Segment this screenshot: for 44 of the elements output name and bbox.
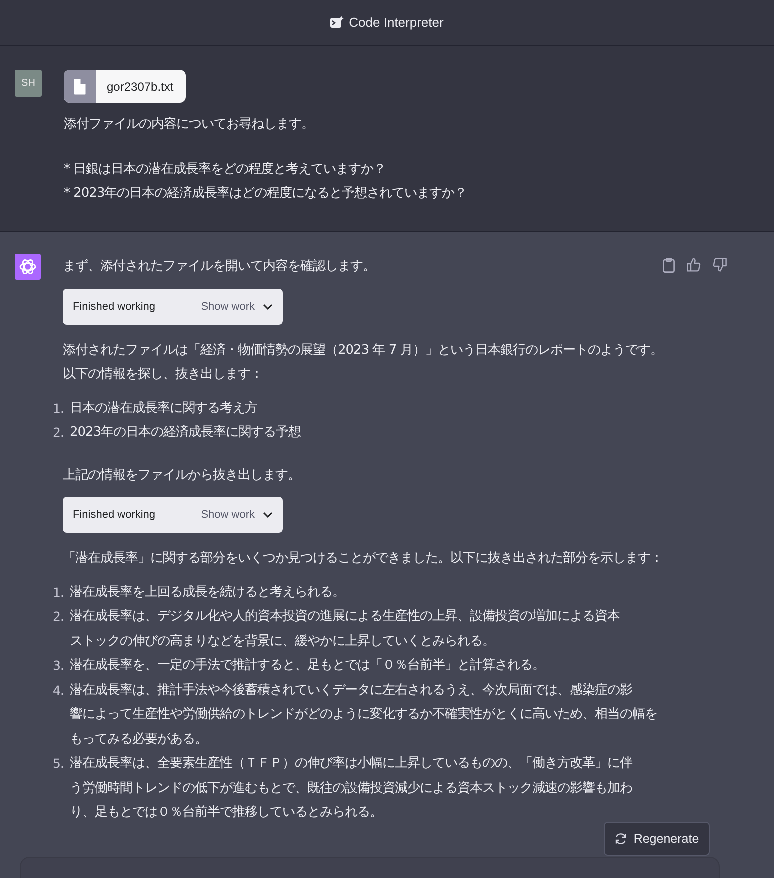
document-icon xyxy=(74,78,86,94)
list-number: 3. xyxy=(52,657,65,675)
list-item-text: ストックの伸びの高まりなどを背景に、緩やかに上昇していくとみられる。 xyxy=(70,632,496,650)
chevron-down-icon xyxy=(263,304,273,310)
list-number: 2. xyxy=(52,608,65,626)
message-text: * 2023年の日本の経済成長率はどの程度になると予想されていますか？ xyxy=(64,185,468,203)
list-item-text: もってみる必要がある。 xyxy=(70,730,208,748)
list-number: 4. xyxy=(52,682,65,700)
status-text: Finished working xyxy=(73,300,156,312)
list-number: 5. xyxy=(52,755,65,773)
assistant-logo-icon xyxy=(15,254,41,280)
list-number: 2. xyxy=(52,424,65,442)
response-text: 添付されたファイルは「経済・物価情勢の展望（2023 年 7 月）」という日本銀行のレポートのようです。 xyxy=(63,342,663,360)
status-text: Finished working xyxy=(73,509,156,521)
file-attachment[interactable]: gor2307b.txt xyxy=(64,70,186,103)
show-work-button[interactable]: Show work xyxy=(201,509,273,521)
message-text: 添付ファイルの内容についてお尋ねします。 xyxy=(64,116,315,134)
chevron-down-icon xyxy=(263,512,273,518)
list-item-text: り、足もとでは０％台前半で推移しているとみられる。 xyxy=(70,804,384,822)
list-item-text: 潜在成長率を、一定の手法で推計すると、足もとでは「０％台前半」と計算される。 xyxy=(70,657,546,675)
response-text: 以下の情報を探し、抜き出します： xyxy=(63,366,264,384)
image-sparkle-icon xyxy=(330,16,344,29)
list-number: 1. xyxy=(52,584,65,602)
response-text: 「潜在成長率」に関する部分をいくつか見つけることができました。以下に抜き出された部分を示します： xyxy=(63,550,663,568)
list-item-text: 潜在成長率は、推計手法や今後蓄積されていくデータに左右されるうえ、今次局面では、感染症の影 xyxy=(70,682,634,700)
response-text: まず、添付されたファイルを開いて内容を確認します。 xyxy=(63,258,376,276)
list-item-text: 潜在成長率は、全要素生産性（ＴＦＰ）の伸び率は小幅に上昇しているものの、「働き方改革」に伴 xyxy=(70,755,634,773)
thumbs-up-icon[interactable] xyxy=(687,258,701,272)
response-text: 上記の情報をファイルから抜き出します。 xyxy=(63,466,302,484)
message-text: * 日銀は日本の潜在成長率をどの程度と考えていますか？ xyxy=(64,160,388,178)
user-avatar: SH xyxy=(15,70,42,97)
list-item-text: 潜在成長率を上回る成長を続けると考えられる。 xyxy=(70,584,346,602)
regenerate-button[interactable]: Regenerate xyxy=(604,822,710,856)
list-item-text: 日本の潜在成長率に関する考え方 xyxy=(70,400,258,418)
list-item-text: 2023年の日本の経済成長率に関する予想 xyxy=(70,424,302,442)
model-title: Code Interpreter xyxy=(349,15,444,30)
list-item-text: う労働時間トレンドの低下が進むもとで、既往の設備投資減少による資本ストック減速の影響も加わ xyxy=(70,780,634,798)
list-number: 1. xyxy=(52,400,65,418)
refresh-icon xyxy=(614,833,627,845)
show-work-button[interactable]: Show work xyxy=(201,300,273,312)
clipboard-icon[interactable] xyxy=(663,258,675,273)
list-item-text: 響によって生産性や労働供給のトレンドがどのように変化するか不確実性がとくに高いため、相当の幅を xyxy=(70,706,658,724)
list-item-text: 潜在成長率は、デジタル化や人的資本投資の進展による生産性の上昇、設備投資の増加による資本 xyxy=(70,608,621,626)
thumbs-down-icon[interactable] xyxy=(713,258,727,272)
